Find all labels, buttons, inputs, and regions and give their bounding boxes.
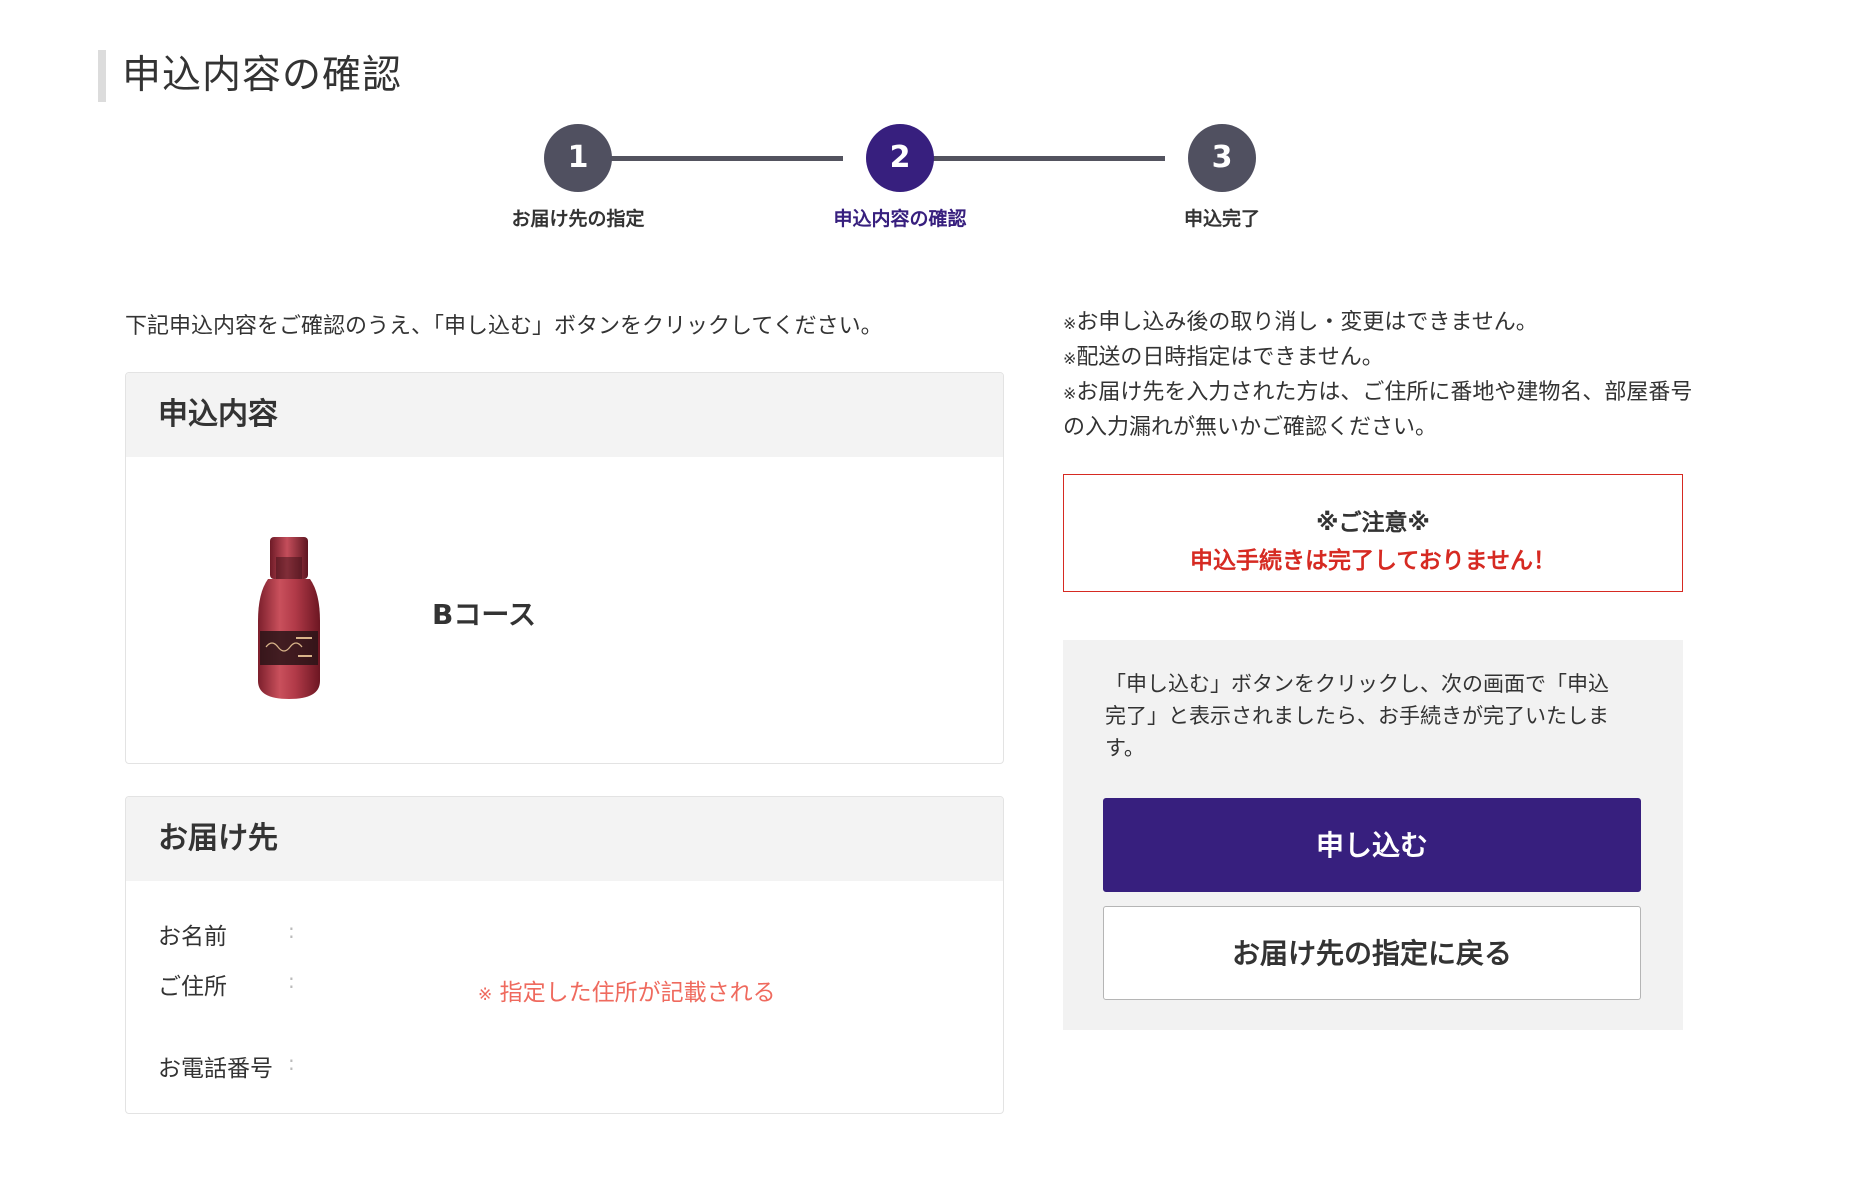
address-note: ※ 指定した住所が記載される — [478, 973, 776, 1007]
submit-button[interactable]: 申し込む — [1103, 798, 1641, 892]
note-text: お申し込み後の取り消し・変更はできません。 — [1076, 310, 1538, 335]
step-2: 2 申込内容の確認 — [800, 124, 1000, 231]
caution-box: ※ご注意※ 申込手続きは完了しておりません！ — [1063, 474, 1683, 592]
page-title: 申込内容の確認 — [98, 50, 402, 103]
product-image — [258, 537, 320, 699]
note-item: ※お届け先を入力された方は、ご住所に番地や建物名、部屋番号の入力漏れが無いかご確… — [1063, 376, 1703, 445]
phone-label: お電話番号 — [158, 1056, 273, 1082]
step-number: 2 — [866, 124, 934, 192]
note-item: ※配送の日時指定はできません。 — [1063, 341, 1703, 376]
step-label: お届け先の指定 — [511, 208, 645, 230]
note-mark: ※ — [1063, 349, 1077, 368]
action-panel: 「申し込む」ボタンをクリックし、次の画面で「申込完了」と表示されましたら、お手続… — [1063, 640, 1683, 1030]
caution-text: 申込手続きは完了しておりません！ — [1190, 548, 1556, 574]
delivery-panel-title: お届け先 — [126, 797, 1003, 881]
notes: ※お申し込み後の取り消し・変更はできません。 ※配送の日時指定はできません。 ※… — [1063, 306, 1703, 445]
name-label: お名前 — [158, 924, 227, 950]
note-text: 配送の日時指定はできません。 — [1076, 345, 1384, 370]
note-mark: ※ — [478, 985, 493, 1005]
order-panel: 申込内容 Bコース — [125, 372, 1004, 764]
product-name: Bコース — [432, 598, 536, 631]
step-3: 3 申込完了 — [1122, 124, 1322, 231]
address-note-text: 指定した住所が記載される — [499, 980, 776, 1006]
caution-title: ※ご注意※ — [1316, 510, 1430, 536]
note-item: ※お申し込み後の取り消し・変更はできません。 — [1063, 306, 1703, 341]
step-label: 申込完了 — [1183, 208, 1260, 230]
order-panel-title: 申込内容 — [126, 373, 1003, 457]
step-number: 3 — [1188, 124, 1256, 192]
note-text: お届け先を入力された方は、ご住所に番地や建物名、部屋番号の入力漏れが無いかご確認… — [1063, 380, 1693, 440]
step-1: 1 お届け先の指定 — [478, 124, 678, 231]
step-number: 1 — [544, 124, 612, 192]
address-label: ご住所 — [158, 974, 227, 1000]
note-mark: ※ — [1063, 384, 1077, 403]
delivery-panel: お届け先 お名前 : ご住所 : お電話番号 : ※ 指定した住所が記載される — [125, 796, 1004, 1114]
note-mark: ※ — [1063, 314, 1077, 333]
action-instructions: 「申し込む」ボタンをクリックし、次の画面で「申込完了」と表示されましたら、お手続… — [1105, 672, 1609, 760]
intro-text: 下記申込内容をご確認のうえ、「申し込む」ボタンをクリックしてください。 — [125, 314, 883, 339]
field-separator: : — [288, 1051, 295, 1075]
step-label: 申込内容の確認 — [833, 208, 967, 230]
back-to-delivery-button[interactable]: お届け先の指定に戻る — [1103, 906, 1641, 1000]
field-separator: : — [288, 969, 295, 993]
step-indicator: 1 お届け先の指定 2 申込内容の確認 3 申込完了 — [500, 124, 1260, 234]
field-separator: : — [288, 919, 295, 943]
